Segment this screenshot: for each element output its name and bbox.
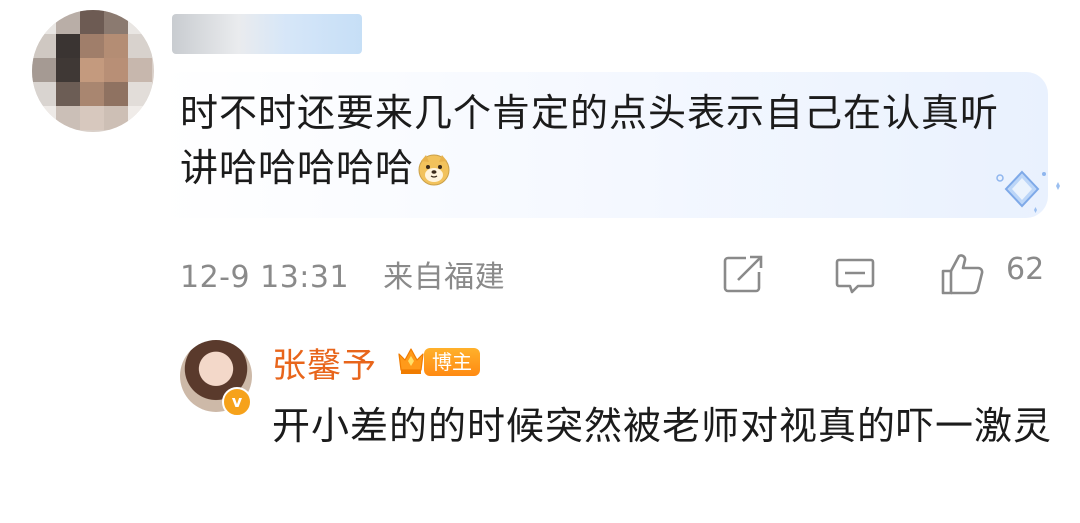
diamond-sparkle-icon (994, 162, 1066, 220)
crown-icon (396, 344, 426, 376)
user-avatar-blurred[interactable] (32, 10, 154, 132)
share-icon[interactable] (722, 254, 764, 294)
comment-timestamp: 12-9 13:31 (180, 260, 350, 295)
comment-text: 时不时还要来几个肯定的点头表示自己在认真听讲哈哈哈哈哈 (180, 86, 1030, 196)
like-count: 62 (1006, 252, 1045, 287)
doge-emoji-icon (416, 147, 452, 186)
blogger-badge: 博主 (424, 348, 480, 376)
comment-location: 来自福建 (383, 260, 506, 295)
reply-text: 开小差的的时候突然被老师对视真的吓一激灵 (272, 404, 1053, 448)
verified-badge-icon: v (222, 387, 252, 417)
like-thumb-icon[interactable] (940, 252, 986, 296)
comment-icon[interactable] (834, 256, 876, 296)
comment-meta: 12-9 13:31 来自福建 (180, 252, 505, 296)
username-blurred[interactable] (172, 14, 362, 54)
comment-text-content: 时不时还要来几个肯定的点头表示自己在认真听讲哈哈哈哈哈 (180, 91, 1000, 190)
reply-username[interactable]: 张馨予 (272, 338, 377, 387)
